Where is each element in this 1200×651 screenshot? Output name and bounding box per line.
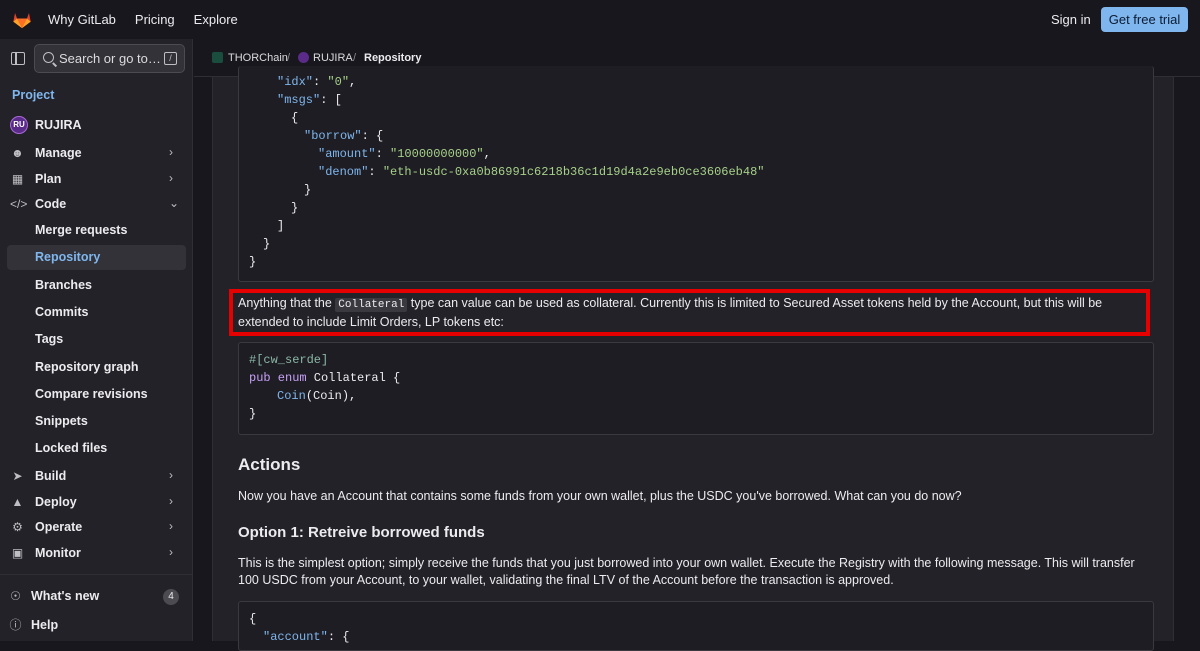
help-item[interactable]: ⓘ Help <box>0 614 192 636</box>
sidebar-item-label: Operate <box>35 520 83 534</box>
code-line: "idx": "0", <box>277 75 357 89</box>
chevron-right-icon: › <box>169 519 173 533</box>
code-block-account: { "account": { <box>238 601 1154 651</box>
sidebar-toggle-icon[interactable] <box>11 52 25 65</box>
sidebar-item-build[interactable]: ➤ Build › <box>0 465 192 487</box>
project-name: RUJIRA <box>35 118 82 132</box>
breadcrumb-project[interactable]: RUJIRA <box>313 52 353 64</box>
chevron-right-icon: › <box>169 468 173 482</box>
sidebar-item-label: Monitor <box>35 546 81 560</box>
sidebar-item-merge-requests[interactable]: Merge requests <box>35 223 127 237</box>
actions-heading: Actions <box>238 455 301 474</box>
sidebar-item-label: Manage <box>35 146 82 160</box>
chevron-down-icon: ⌄ <box>169 196 180 210</box>
option1-heading: Option 1: Retreive borrowed funds <box>238 524 485 541</box>
breadcrumb-group[interactable]: THORChain <box>228 52 288 64</box>
breadcrumb-separator: / <box>353 52 357 64</box>
sidebar-item-label: Build <box>35 469 67 483</box>
search-placeholder: Search or go to… <box>59 51 161 66</box>
whats-new-label: What's new <box>31 589 100 603</box>
search-input[interactable]: Search or go to… / <box>34 44 185 73</box>
code-line: } <box>304 183 312 197</box>
nav-explore[interactable]: Explore <box>194 12 238 27</box>
sidebar-item-locked-files[interactable]: Locked files <box>35 441 107 455</box>
sidebar-item-repository[interactable]: Repository <box>35 250 100 264</box>
help-label: Help <box>31 618 59 632</box>
sidebar-item-label: Deploy <box>35 495 77 509</box>
code-line: } <box>263 237 271 251</box>
nav-pricing[interactable]: Pricing <box>135 12 175 27</box>
project-section-label: Project <box>12 88 55 102</box>
code-line: "amount": "10000000000", <box>318 147 491 161</box>
top-bar: Why GitLab Pricing Explore Sign in Get f… <box>0 0 1200 39</box>
sidebar-item-snippets[interactable]: Snippets <box>35 414 88 428</box>
code-line: { <box>249 612 257 626</box>
code-line: ] <box>277 219 285 233</box>
chevron-right-icon: › <box>169 145 173 159</box>
get-free-trial-button[interactable]: Get free trial <box>1101 7 1188 32</box>
code-line: } <box>249 407 257 421</box>
sign-in-link[interactable]: Sign in <box>1051 12 1091 27</box>
nav-why-gitlab[interactable]: Why GitLab <box>48 12 116 27</box>
project-avatar: RU <box>10 116 28 134</box>
code-line: "msgs": [ <box>277 93 342 107</box>
chevron-right-icon: › <box>169 494 173 508</box>
sidebar-item-label: Code <box>35 197 67 211</box>
sidebar-item-branches[interactable]: Branches <box>35 278 92 292</box>
thorchain-avatar-icon <box>212 52 223 63</box>
sidebar-item-deploy[interactable]: ▲ Deploy › <box>0 491 192 513</box>
code-icon: </> <box>10 197 28 211</box>
code-line: "borrow": { <box>304 129 384 143</box>
code-line: Coin(Coin), <box>277 389 357 403</box>
sidebar-item-compare-revisions[interactable]: Compare revisions <box>35 387 148 401</box>
sidebar-item-plan[interactable]: ▦ Plan › <box>0 168 192 190</box>
rocket-icon: ➤ <box>12 469 23 483</box>
operate-icon: ⚙ <box>12 520 23 534</box>
compass-icon: ☉ <box>10 589 21 603</box>
sidebar-item-commits[interactable]: Commits <box>35 305 88 319</box>
chevron-right-icon: › <box>169 545 173 559</box>
whats-new-count-badge: 4 <box>163 589 179 605</box>
code-block-collateral-enum: #[cw_serde] pub enum Collateral { Coin(C… <box>238 342 1154 435</box>
sidebar-footer: ☉ What's new ⓘ Help <box>0 574 192 641</box>
breadcrumb-current: Repository <box>364 52 422 64</box>
users-icon: ☻ <box>11 146 24 160</box>
red-highlight-box <box>229 289 1150 336</box>
breadcrumb-separator: / <box>287 52 291 64</box>
sidebar-item-operate[interactable]: ⚙ Operate › <box>0 516 192 538</box>
calendar-icon: ▦ <box>11 172 24 186</box>
actions-paragraph: Now you have an Account that contains so… <box>238 489 962 503</box>
chevron-right-icon: › <box>169 171 173 185</box>
project-link[interactable]: RU RUJIRA <box>10 116 82 134</box>
code-line: { <box>291 111 299 125</box>
gitlab-logo-icon[interactable] <box>11 8 33 30</box>
rujira-avatar-icon <box>298 52 309 63</box>
code-line: pub enum Collateral { <box>249 371 401 385</box>
code-line: } <box>249 255 257 269</box>
monitor-icon: ▣ <box>11 546 24 560</box>
code-block-borrow: "idx": "0", "msgs": [ { "borrow": { "amo… <box>238 66 1154 282</box>
search-shortcut-key: / <box>164 52 177 65</box>
sidebar-item-label: Plan <box>35 172 62 186</box>
search-icon <box>43 52 54 63</box>
help-icon: ⓘ <box>9 618 22 632</box>
code-line: "denom": "eth-usdc-0xa0b86991c6218b36c1d… <box>318 165 765 179</box>
code-line: } <box>291 201 299 215</box>
code-line: "account": { <box>263 630 350 644</box>
code-line: #[cw_serde] <box>249 353 329 367</box>
top-nav: Why GitLab Pricing Explore <box>48 0 238 39</box>
sidebar-item-repository-graph[interactable]: Repository graph <box>35 360 139 374</box>
deploy-icon: ▲ <box>11 495 24 509</box>
sidebar-item-code[interactable]: </> Code ⌄ <box>0 193 192 215</box>
sidebar: Search or go to… / Project RU RUJIRA ☻ M… <box>0 39 193 641</box>
sidebar-item-monitor[interactable]: ▣ Monitor › <box>0 542 192 564</box>
option1-paragraph: This is the simplest option; simply rece… <box>238 556 1135 587</box>
sidebar-item-tags[interactable]: Tags <box>35 332 63 346</box>
sidebar-item-manage[interactable]: ☻ Manage › <box>0 142 192 164</box>
